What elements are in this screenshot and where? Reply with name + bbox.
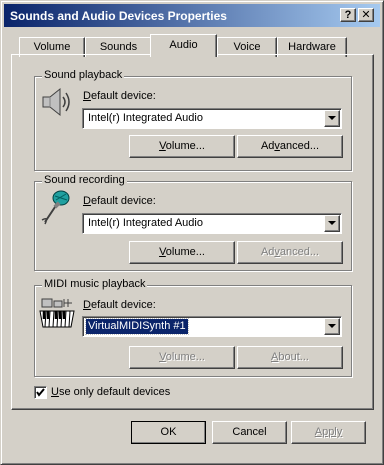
close-button[interactable]: ✕ (358, 8, 374, 22)
sound-recording-title: Sound recording (42, 174, 127, 186)
midi-playback-title: MIDI music playback (42, 278, 148, 290)
recording-device-select[interactable]: Intel(r) Integrated Audio (82, 213, 342, 234)
recording-advanced-button[interactable]: Advanced... (237, 241, 343, 264)
midi-about-button[interactable]: About... (237, 346, 343, 369)
midi-keyboard-icon (39, 298, 75, 328)
help-button[interactable]: ? (340, 8, 356, 22)
midi-volume-button[interactable]: Volume... (129, 346, 235, 369)
ok-button[interactable]: OK (131, 421, 206, 444)
properties-window: Sounds and Audio Devices Properties ? ✕ … (0, 0, 384, 465)
midi-device-select[interactable]: VirtualMIDISynth #1 (82, 316, 342, 337)
playback-device-value: Intel(r) Integrated Audio (88, 112, 203, 124)
recording-device-value: Intel(r) Integrated Audio (88, 217, 203, 229)
sound-playback-title: Sound playback (42, 69, 125, 81)
recording-volume-button[interactable]: Volume... (129, 241, 235, 264)
chevron-down-icon[interactable] (324, 318, 340, 335)
microphone-icon (41, 190, 70, 225)
playback-device-select[interactable]: Intel(r) Integrated Audio (82, 108, 342, 129)
midi-device-value: VirtualMIDISynth #1 (85, 318, 189, 335)
midi-device-label: Default device: (83, 299, 156, 311)
recording-device-label: Default device: (83, 195, 156, 207)
title-bar[interactable]: Sounds and Audio Devices Properties ? ✕ (4, 4, 380, 27)
chevron-down-icon[interactable] (324, 215, 340, 232)
apply-button[interactable]: Apply (291, 421, 366, 444)
use-only-default-checkbox[interactable] (34, 386, 47, 399)
tab-audio[interactable]: Audio (150, 34, 217, 57)
cancel-button[interactable]: Cancel (212, 421, 287, 444)
use-only-default-label[interactable]: Use only default devices (51, 386, 170, 398)
chevron-down-icon[interactable] (324, 110, 340, 127)
window-title: Sounds and Audio Devices Properties (10, 9, 227, 23)
playback-device-label: Default device: (83, 90, 156, 102)
playback-advanced-button[interactable]: Advanced... (237, 135, 343, 158)
playback-volume-button[interactable]: Volume... (129, 135, 235, 158)
checkmark-icon (36, 388, 45, 397)
speaker-icon (42, 87, 70, 117)
